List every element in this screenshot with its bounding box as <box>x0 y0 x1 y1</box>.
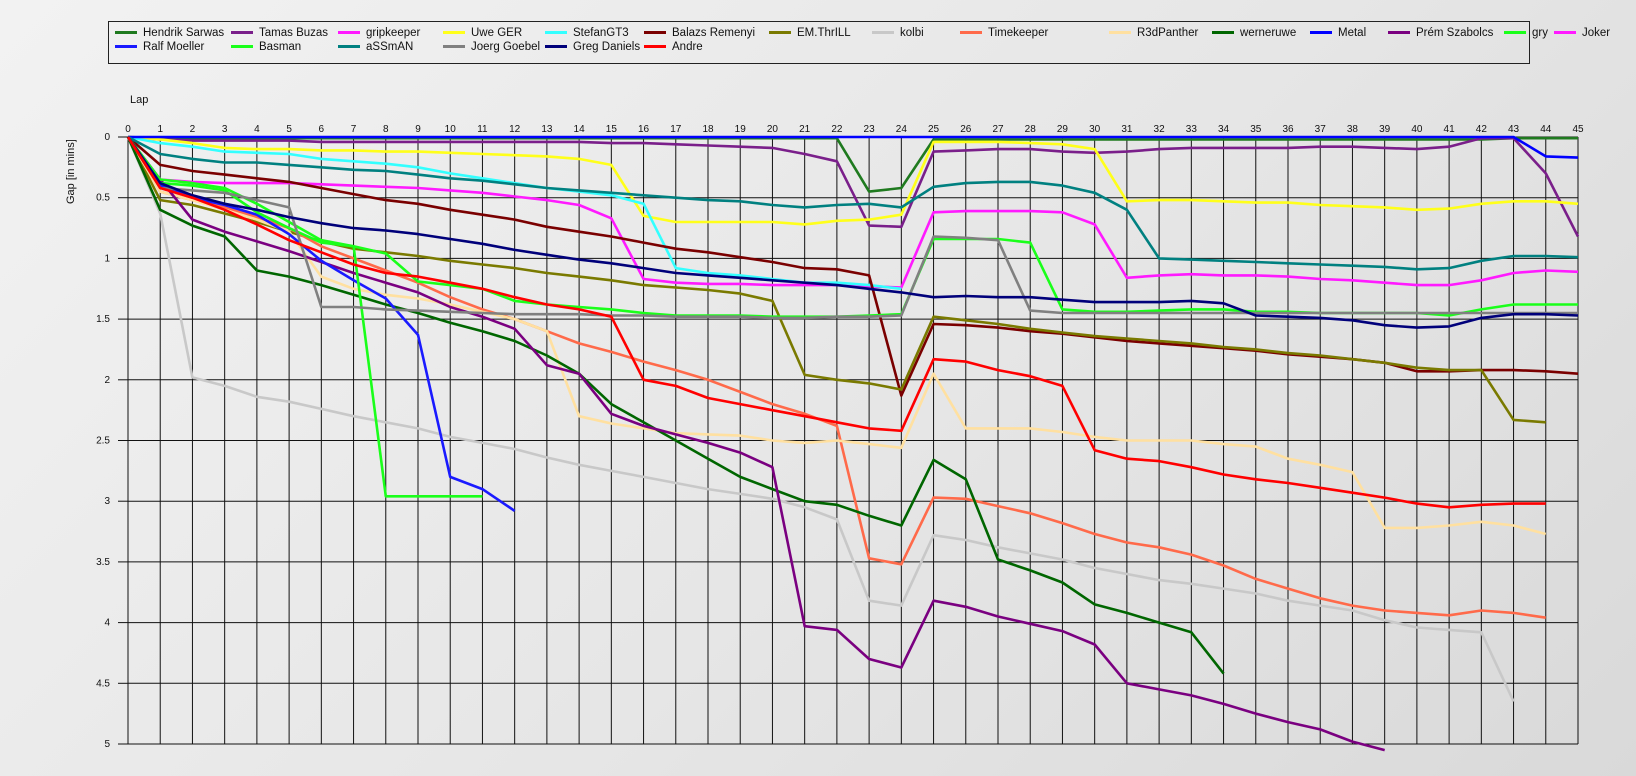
x-tick-label: 45 <box>1572 124 1584 135</box>
y-tick-label: 0.5 <box>96 193 110 204</box>
x-tick-label: 31 <box>1121 124 1133 135</box>
x-tick-label: 32 <box>1154 124 1166 135</box>
y-tick-label: 4 <box>104 618 110 629</box>
x-tick-label: 21 <box>799 124 811 135</box>
x-tick-label: 39 <box>1379 124 1391 135</box>
x-axis-label: Lap <box>130 94 148 106</box>
series-line-assman <box>127 135 1579 271</box>
y-tick-label: 2 <box>104 375 110 386</box>
x-tick-label: 1 <box>157 124 163 135</box>
x-tick-label: 30 <box>1089 124 1101 135</box>
x-tick-label: 25 <box>928 124 940 135</box>
y-tick-label: 5 <box>104 739 110 750</box>
y-axis-label: Gap [in mins] <box>65 139 77 204</box>
x-tick-label: 11 <box>477 124 488 135</box>
y-tick-label: 3.5 <box>96 557 110 568</box>
x-tick-label: 43 <box>1508 124 1520 135</box>
x-tick-label: 14 <box>574 124 586 135</box>
series-line-uwe-ger <box>127 135 1579 226</box>
x-tick-label: 9 <box>415 124 421 135</box>
x-tick-label: 13 <box>541 124 553 135</box>
x-tick-label: 10 <box>445 124 457 135</box>
x-tick-label: 26 <box>960 124 972 135</box>
y-tick-label: 0 <box>104 132 110 143</box>
series-line-hendrik-sarwas <box>127 135 1578 193</box>
x-tick-label: 6 <box>319 124 325 135</box>
x-tick-label: 8 <box>383 124 389 135</box>
x-tick-label: 35 <box>1250 124 1262 135</box>
x-tick-label: 18 <box>702 124 714 135</box>
x-tick-label: 7 <box>351 124 357 135</box>
x-tick-label: 5 <box>286 124 292 135</box>
x-tick-label: 29 <box>1057 124 1069 135</box>
x-tick-label: 17 <box>670 124 682 135</box>
y-tick-label: 4.5 <box>96 678 110 689</box>
x-tick-label: 42 <box>1476 124 1488 135</box>
x-tick-label: 36 <box>1282 124 1294 135</box>
y-tick-label: 3 <box>104 496 110 507</box>
x-tick-label: 16 <box>638 124 650 135</box>
x-tick-label: 0 <box>125 124 131 135</box>
x-tick-label: 15 <box>606 124 618 135</box>
x-tick-label: 33 <box>1186 124 1198 135</box>
x-tick-label: 41 <box>1444 124 1456 135</box>
x-tick-label: 34 <box>1218 124 1230 135</box>
gap-chart: 0 1 2 3 4 5 6 7 8 9 10 11 12 13 14 15 16 17 18 19 20 21 22 23 24… <box>65 94 1584 752</box>
x-tick-label: 28 <box>1025 124 1037 135</box>
x-tick-label: 19 <box>735 124 747 135</box>
x-tick-label: 3 <box>222 124 228 135</box>
x-tick-label: 4 <box>254 124 260 135</box>
y-tick-label: 2.5 <box>96 436 110 447</box>
series-line-pr-m-szabolcs <box>126 136 1386 752</box>
x-tick-label: 44 <box>1540 124 1552 135</box>
x-tick-label: 24 <box>896 124 908 135</box>
y-tick-label: 1.5 <box>96 314 110 325</box>
chart-series <box>126 135 1580 752</box>
series-line-tamas-buzas <box>127 135 1580 238</box>
x-tick-label: 12 <box>509 124 521 135</box>
x-tick-label: 23 <box>864 124 876 135</box>
x-tick-label: 2 <box>190 124 196 135</box>
x-tick-label: 40 <box>1411 124 1423 135</box>
x-tick-label: 22 <box>831 124 843 135</box>
x-tick-label: 37 <box>1315 124 1327 135</box>
x-tick-label: 38 <box>1347 124 1359 135</box>
y-tick-label: 1 <box>104 253 110 264</box>
x-tick-label: 27 <box>992 124 1004 135</box>
x-tick-label: 20 <box>767 124 779 135</box>
